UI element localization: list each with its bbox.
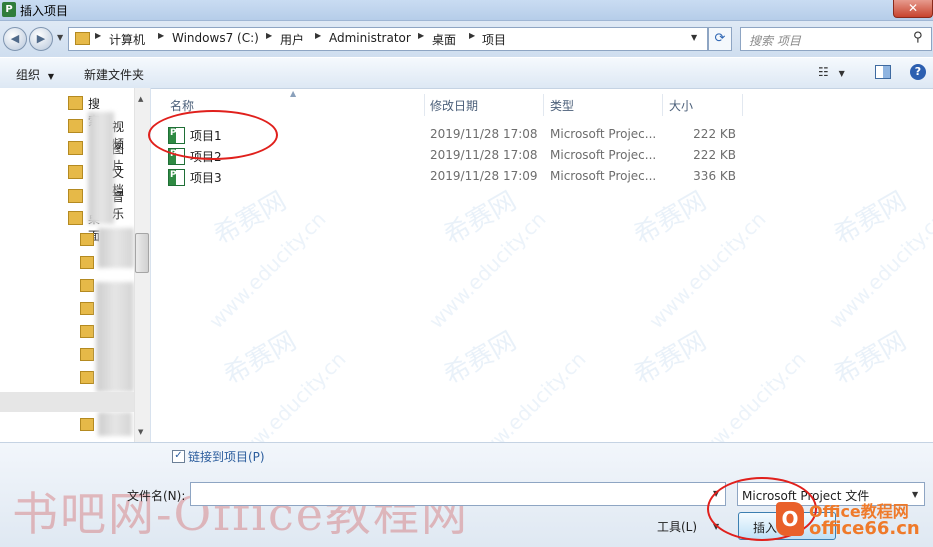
- column-header-size[interactable]: 大小: [669, 97, 693, 114]
- file-date: 2019/11/28 17:08: [430, 148, 538, 162]
- preview-pane-icon[interactable]: [875, 65, 891, 79]
- breadcrumb-desktop[interactable]: 桌面: [432, 31, 456, 48]
- breadcrumb-separator-icon[interactable]: ▶: [315, 31, 321, 40]
- logo-url-text: office66.cn: [809, 518, 920, 539]
- watermark-text: www.educity.cn: [684, 346, 811, 442]
- window-title: 插入项目: [20, 4, 69, 18]
- folder-icon: [68, 165, 83, 179]
- breadcrumb-users[interactable]: 用户: [280, 31, 304, 48]
- link-to-project-label[interactable]: 链接到项目(P): [188, 448, 265, 465]
- folder-icon[interactable]: [80, 302, 94, 315]
- column-divider[interactable]: [742, 94, 743, 116]
- refresh-button[interactable]: ⟳: [708, 27, 732, 51]
- search-placeholder: 搜索 项目: [749, 34, 801, 48]
- help-icon[interactable]: ?: [910, 64, 926, 80]
- project-app-icon: P: [2, 2, 16, 17]
- view-list-icon: ☷: [818, 65, 829, 79]
- folder-icon[interactable]: [80, 348, 94, 361]
- file-row[interactable]: 项目3 2019/11/28 17:09 Microsoft Projec...…: [168, 166, 768, 186]
- search-input[interactable]: 搜索 项目 ⚲: [740, 27, 932, 51]
- column-header-type[interactable]: 类型: [550, 97, 574, 114]
- back-button[interactable]: ◀: [3, 27, 27, 51]
- folder-icon: [68, 96, 83, 110]
- recent-locations-dropdown-icon[interactable]: ▼: [57, 33, 65, 43]
- file-size: 222 KB: [693, 127, 736, 141]
- column-divider[interactable]: [662, 94, 663, 116]
- folder-icon[interactable]: [80, 325, 94, 338]
- file-size: 222 KB: [693, 148, 736, 162]
- office-logo-icon: O: [776, 502, 804, 536]
- folder-icon: [68, 119, 83, 133]
- file-date: 2019/11/28 17:08: [430, 127, 538, 141]
- folder-icon[interactable]: [80, 233, 94, 246]
- file-type: Microsoft Projec...: [550, 169, 657, 183]
- address-dropdown-icon[interactable]: ▼: [691, 33, 697, 42]
- folder-icon: [68, 141, 83, 155]
- chevron-down-icon: ▼: [838, 69, 845, 78]
- breadcrumb-separator-icon[interactable]: ▶: [158, 31, 164, 40]
- redacted-area: [88, 112, 114, 224]
- tools-button[interactable]: 工具(L): [657, 518, 697, 535]
- watermark-text: 希赛网: [218, 326, 302, 392]
- nav-scroll-band: [0, 392, 134, 412]
- breadcrumb-computer[interactable]: 计算机: [109, 31, 145, 48]
- scroll-up-icon[interactable]: ▲: [138, 95, 143, 103]
- change-view-button[interactable]: ☷ ▼: [818, 65, 845, 79]
- column-divider[interactable]: [543, 94, 544, 116]
- watermark-text: 希赛网: [628, 326, 712, 392]
- watermark-text: 希赛网: [438, 326, 522, 392]
- redacted-area: [96, 282, 134, 392]
- breadcrumb-separator-icon[interactable]: ▶: [469, 31, 475, 40]
- folder-icon[interactable]: [80, 279, 94, 292]
- command-toolbar: 组织 ▼ 新建文件夹 ☷ ▼ ?: [0, 58, 933, 89]
- forward-button[interactable]: ▶: [29, 27, 53, 51]
- chevron-down-icon: ▼: [47, 72, 54, 81]
- office-logo-watermark: O Office教程网 office66.cn: [776, 496, 931, 544]
- new-folder-button[interactable]: 新建文件夹: [84, 66, 144, 83]
- breadcrumb-current-folder[interactable]: 项目: [482, 31, 506, 48]
- filename-label: 文件名(N):: [127, 489, 186, 503]
- breadcrumb-administrator[interactable]: Administrator: [329, 31, 411, 45]
- file-size: 336 KB: [693, 169, 736, 183]
- breadcrumb-separator-icon[interactable]: ▶: [266, 31, 272, 40]
- column-header-date[interactable]: 修改日期: [430, 97, 478, 114]
- redacted-area: [98, 228, 134, 268]
- organize-label: 组织: [16, 68, 41, 82]
- file-type: Microsoft Projec...: [550, 127, 657, 141]
- address-bar[interactable]: ▶ 计算机 ▶ Windows7 (C:) ▶ 用户 ▶ Administrat…: [68, 27, 708, 51]
- folder-icon[interactable]: [80, 371, 94, 384]
- file-name: 项目3: [190, 171, 222, 185]
- folder-icon[interactable]: [80, 256, 94, 269]
- folder-icon: [68, 189, 83, 203]
- column-divider[interactable]: [424, 94, 425, 116]
- project-file-icon: [168, 169, 185, 186]
- watermark-text: 希赛网: [628, 186, 712, 252]
- file-date: 2019/11/28 17:09: [430, 169, 538, 183]
- breadcrumb-drive[interactable]: Windows7 (C:): [172, 31, 259, 45]
- nav-scrollbar-thumb[interactable]: [135, 233, 149, 273]
- folder-icon: [75, 32, 90, 45]
- sort-arrow-icon: ▲: [290, 89, 297, 98]
- folder-icon: [68, 211, 83, 225]
- breadcrumb-separator-icon[interactable]: ▶: [95, 31, 101, 40]
- link-to-project-checkbox[interactable]: ✓: [172, 450, 185, 463]
- search-icon[interactable]: ⚲: [913, 30, 923, 45]
- breadcrumb-separator-icon[interactable]: ▶: [418, 31, 424, 40]
- close-button[interactable]: ✕: [893, 0, 933, 18]
- file-type: Microsoft Projec...: [550, 148, 657, 162]
- filename-input[interactable]: [190, 482, 726, 506]
- scroll-down-icon[interactable]: ▼: [138, 428, 143, 436]
- title-bar: P 插入项目 ✕: [0, 0, 933, 21]
- folder-icon[interactable]: [80, 418, 94, 431]
- organize-button[interactable]: 组织 ▼: [16, 66, 54, 83]
- highlight-ellipse: [148, 110, 278, 160]
- redacted-area: [98, 412, 132, 436]
